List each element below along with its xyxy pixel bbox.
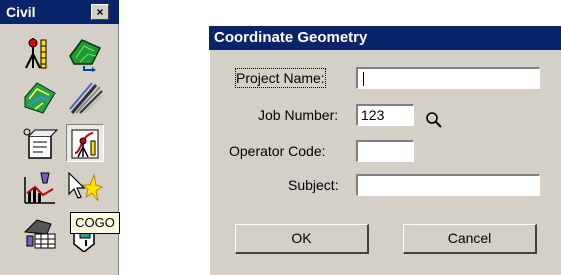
project-name-label: Project Name: [235, 68, 326, 88]
dialog-title-bar[interactable]: Coordinate Geometry [209, 26, 561, 50]
profile-icon[interactable] [21, 169, 59, 207]
coordinate-geometry-dialog: Coordinate Geometry Project Name: Job Nu… [209, 26, 561, 275]
job-number-field[interactable]: 123 [356, 104, 414, 126]
tooltip: COGO [70, 212, 120, 234]
mouse-pointer-icon [68, 171, 88, 200]
project-name-field[interactable] [356, 67, 540, 89]
dialog-border [209, 26, 210, 275]
palette-border [118, 24, 119, 275]
job-number-value: 123 [361, 107, 385, 123]
survey-station-icon[interactable] [21, 34, 59, 72]
alignment-design-icon[interactable] [66, 79, 104, 117]
operator-code-label: Operator Code: [229, 143, 326, 159]
civil-palette: Civil × COGO [0, 0, 120, 275]
subject-label: Subject: [288, 177, 339, 193]
close-button[interactable]: × [91, 4, 109, 20]
job-number-label: Job Number: [258, 107, 339, 123]
ok-button[interactable]: OK [235, 224, 369, 254]
subject-field[interactable] [356, 174, 540, 196]
terrain-model-icon[interactable] [66, 34, 104, 72]
palette-title: Civil [6, 4, 36, 20]
operator-code-field[interactable] [356, 140, 414, 162]
contours-icon[interactable] [21, 79, 59, 117]
field-book-icon[interactable] [21, 124, 59, 162]
cogo-icon[interactable] [66, 124, 104, 162]
text-caret [363, 72, 364, 86]
dialog-title: Coordinate Geometry [214, 29, 368, 46]
cross-section-icon[interactable] [21, 214, 59, 252]
search-icon[interactable] [424, 110, 444, 130]
cancel-button[interactable]: Cancel [403, 224, 537, 254]
